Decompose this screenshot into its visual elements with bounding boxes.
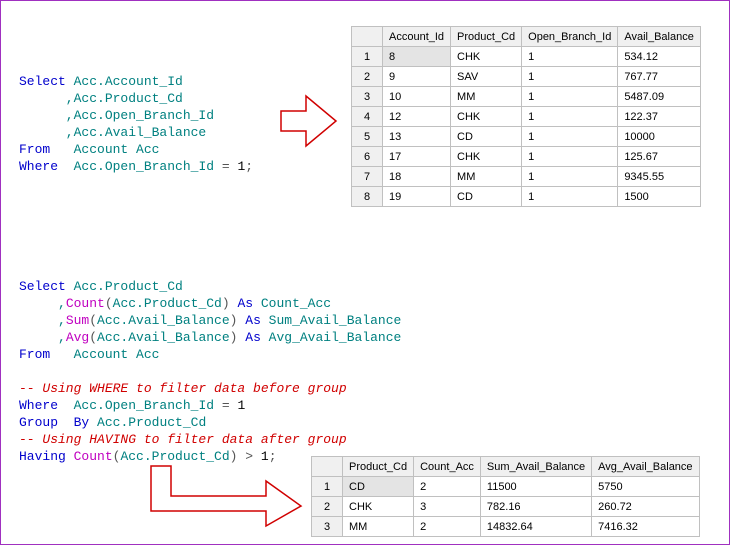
- cell: CHK: [451, 147, 522, 167]
- cell: 9345.55: [618, 167, 701, 187]
- row-number: 7: [352, 167, 383, 187]
- col-header: Product_Cd: [343, 457, 414, 477]
- row-number: 8: [352, 187, 383, 207]
- table-row: 718MM19345.55: [352, 167, 701, 187]
- comment-where: -- Using WHERE to filter data before gro…: [19, 381, 347, 396]
- table-row: 310MM15487.09: [352, 87, 701, 107]
- col-header: Sum_Avail_Balance: [480, 457, 591, 477]
- table-row: 1CD2115005750: [312, 477, 700, 497]
- col-header: Avail_Balance: [618, 27, 701, 47]
- col-header: Count_Acc: [414, 457, 481, 477]
- cell: 10000: [618, 127, 701, 147]
- cell: 9: [383, 67, 451, 87]
- table-row: 617CHK1125.67: [352, 147, 701, 167]
- cell: 2: [414, 517, 481, 537]
- row-number: 3: [352, 87, 383, 107]
- table-row: 2CHK3782.16260.72: [312, 497, 700, 517]
- sql-query-1: Select Acc.Account_Id ,Acc.Product_Cd ,A…: [19, 56, 253, 175]
- table-row: 513CD110000: [352, 127, 701, 147]
- col-header: Avg_Avail_Balance: [592, 457, 699, 477]
- cell: CD: [451, 187, 522, 207]
- cell: 10: [383, 87, 451, 107]
- table-row: 29SAV1767.77: [352, 67, 701, 87]
- cell: 12: [383, 107, 451, 127]
- document-frame: Select Acc.Account_Id ,Acc.Product_Cd ,A…: [0, 0, 730, 545]
- cell: 7416.32: [592, 517, 699, 537]
- row-number: 3: [312, 517, 343, 537]
- cell: CHK: [343, 497, 414, 517]
- col-header: [352, 27, 383, 47]
- cell: 19: [383, 187, 451, 207]
- table-row: 18CHK1534.12: [352, 47, 701, 67]
- row-number: 1: [352, 47, 383, 67]
- cell: SAV: [451, 67, 522, 87]
- cell: CD: [343, 477, 414, 497]
- kw-select: Select: [19, 74, 66, 89]
- cell: 1: [522, 67, 618, 87]
- cell: 767.77: [618, 67, 701, 87]
- cell: 1: [522, 187, 618, 207]
- col-header: Account_Id: [383, 27, 451, 47]
- cell: 5750: [592, 477, 699, 497]
- cell: 8: [383, 47, 451, 67]
- cell: 534.12: [618, 47, 701, 67]
- cell: 11500: [480, 477, 591, 497]
- row-number: 2: [352, 67, 383, 87]
- cell: 260.72: [592, 497, 699, 517]
- table-row: 819CD11500: [352, 187, 701, 207]
- cell: 1: [522, 127, 618, 147]
- arrow-right-icon: [276, 91, 341, 151]
- cell: CHK: [451, 107, 522, 127]
- cell: 1: [522, 87, 618, 107]
- cell: 3: [414, 497, 481, 517]
- cell: 18: [383, 167, 451, 187]
- arrow-down-right-icon: [146, 461, 306, 531]
- kw-where: Where: [19, 159, 58, 174]
- cell: 1: [522, 147, 618, 167]
- row-number: 5: [352, 127, 383, 147]
- cell: MM: [451, 87, 522, 107]
- cell: 14832.64: [480, 517, 591, 537]
- cell: 13: [383, 127, 451, 147]
- cell: MM: [343, 517, 414, 537]
- col-header: [312, 457, 343, 477]
- cell: 1: [522, 107, 618, 127]
- result-table-1: Account_IdProduct_CdOpen_Branch_IdAvail_…: [351, 26, 701, 207]
- table-row: 412CHK1122.37: [352, 107, 701, 127]
- result-table-2: Product_CdCount_AccSum_Avail_BalanceAvg_…: [311, 456, 700, 537]
- kw-from: From: [19, 142, 50, 157]
- cell: 1: [522, 47, 618, 67]
- cell: 17: [383, 147, 451, 167]
- cell: 5487.09: [618, 87, 701, 107]
- cell: 125.67: [618, 147, 701, 167]
- col-header: Open_Branch_Id: [522, 27, 618, 47]
- row-number: 6: [352, 147, 383, 167]
- cell: 1: [522, 167, 618, 187]
- cell: 2: [414, 477, 481, 497]
- cell: MM: [451, 167, 522, 187]
- col-header: Product_Cd: [451, 27, 522, 47]
- row-number: 4: [352, 107, 383, 127]
- comment-having: -- Using HAVING to filter data after gro…: [19, 432, 347, 447]
- cell: 782.16: [480, 497, 591, 517]
- cell: CHK: [451, 47, 522, 67]
- table-row: 3MM214832.647416.32: [312, 517, 700, 537]
- row-number: 2: [312, 497, 343, 517]
- sql-query-2: Select Acc.Product_Cd ,Count(Acc.Product…: [19, 261, 401, 465]
- row-number: 1: [312, 477, 343, 497]
- cell: 1500: [618, 187, 701, 207]
- cell: 122.37: [618, 107, 701, 127]
- cell: CD: [451, 127, 522, 147]
